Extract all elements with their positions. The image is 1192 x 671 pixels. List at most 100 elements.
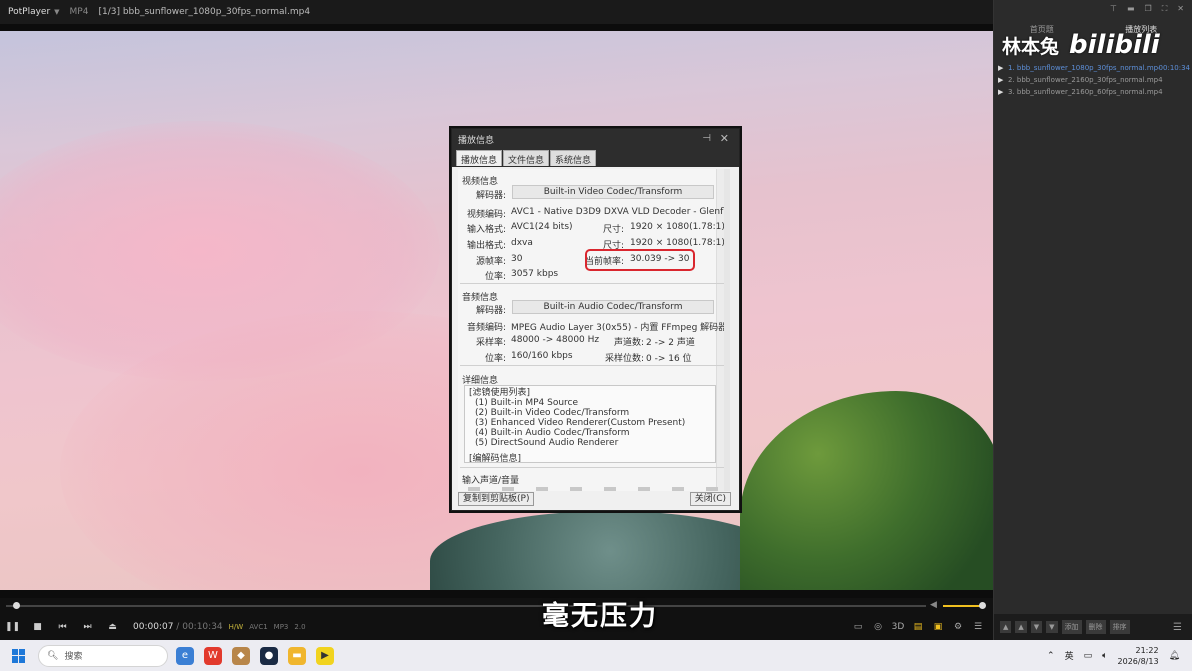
menu-icon[interactable]: ☰	[1170, 620, 1185, 635]
input-size-label: 尺寸:	[602, 225, 624, 235]
playlist-item[interactable]: ▶ 2. bbb_sunflower_2160p_30fps_normal.mp…	[998, 74, 1190, 86]
playlist-toggle-icon[interactable]: ▣	[931, 622, 945, 632]
browser-icon[interactable]: e	[176, 646, 194, 665]
minimize-icon[interactable]: ▬	[1127, 4, 1135, 20]
search-box[interactable]: 🔍︎ 搜索	[38, 644, 168, 667]
pause-icon[interactable]: ❚❚	[0, 622, 25, 632]
previous-icon[interactable]: ⏮	[50, 622, 75, 632]
add-button[interactable]: 添加	[1061, 620, 1082, 634]
close-icon[interactable]: ✕	[720, 132, 729, 145]
playlist-item[interactable]: ▶ 3. bbb_sunflower_2160p_60fps_normal.mp…	[998, 86, 1190, 98]
monitor-icon[interactable]: ▭	[851, 622, 865, 632]
video-codec-value: AVC1 - Native D3D9 DXVA VLD Decoder - Gl…	[511, 207, 730, 217]
sort-button[interactable]: 排序	[1109, 620, 1130, 634]
search-icon: 🔍︎	[47, 650, 59, 661]
source-fps-label: 源帧率:	[475, 257, 506, 267]
app-menu-button[interactable]: PotPlayer	[8, 7, 50, 17]
wps-icon[interactable]: W	[204, 646, 222, 665]
channel-volume-sliders[interactable]	[468, 487, 718, 491]
tab-playback-info[interactable]: 播放信息	[456, 150, 503, 166]
subtitle-icon[interactable]: ▤	[911, 622, 925, 632]
fps-highlight-box	[585, 249, 695, 271]
seek-track[interactable]	[6, 605, 926, 607]
3d-icon[interactable]: 3D	[891, 622, 905, 632]
fullscreen-icon[interactable]: ⛶	[1162, 4, 1168, 20]
folder-icon[interactable]: ▬	[288, 646, 306, 665]
volume-slider[interactable]	[943, 605, 983, 607]
ime-indicator[interactable]: 英	[1065, 649, 1074, 662]
vr-icon[interactable]: ◎	[871, 622, 885, 632]
playlist-item-name: 1. bbb_sunflower_1080p_30fps_normal.mp4	[1008, 64, 1159, 72]
divider	[460, 467, 724, 468]
tab-file-info[interactable]: 文件信息	[503, 150, 550, 166]
playlist-panel: ⊤ ▬ ❐ ⛶ ✕ 首页题 播放列表 林本兔 bilibili ▶ 1. bbb…	[993, 0, 1192, 640]
playlist-items: ▶ 1. bbb_sunflower_1080p_30fps_normal.mp…	[998, 62, 1190, 98]
windows-start-icon[interactable]	[12, 648, 26, 663]
video-codec-badge[interactable]: AVC1	[249, 623, 267, 631]
right-controls: ▭ ◎ 3D ▤ ▣ ⚙ ☰	[851, 622, 993, 632]
output-format-value: dxva	[511, 238, 533, 248]
output-size-value: 1920 × 1080(1.78:1)	[630, 238, 725, 248]
delete-button[interactable]: 删除	[1085, 620, 1106, 634]
watermark-author: 林本兔	[1002, 35, 1060, 58]
potplayer-icon[interactable]: ▶	[316, 646, 334, 665]
app-icon[interactable]: ◆	[232, 646, 250, 665]
pinned-apps: e W ◆ ● ▬ ▶	[176, 646, 334, 665]
restore-icon[interactable]: ❐	[1145, 4, 1152, 20]
gear-icon[interactable]: ⚙	[951, 622, 965, 632]
time-display: 00:00:07 / 00:10:34	[133, 622, 223, 632]
close-icon[interactable]: ✕	[1177, 4, 1184, 20]
input-size-value: 1920 × 1080(1.78:1)	[630, 222, 725, 232]
time-separator: /	[176, 622, 180, 632]
volume-handle[interactable]	[979, 602, 986, 609]
seek-handle[interactable]	[13, 602, 21, 609]
steam-icon[interactable]: ●	[260, 646, 278, 665]
bilibili-watermark: 林本兔 bilibili	[1002, 30, 1192, 60]
playlist-item[interactable]: ▶ 1. bbb_sunflower_1080p_30fps_normal.mp…	[998, 62, 1190, 74]
audio-decoder-button[interactable]: Built-in Audio Codec/Transform	[512, 300, 714, 314]
tab-system-info[interactable]: 系统信息	[550, 150, 597, 166]
channels-label: 声道数:	[613, 338, 644, 348]
notification-icon[interactable]: 🔔︎	[1169, 651, 1180, 661]
pin-icon[interactable]: ⊤	[1110, 4, 1117, 20]
chevron-down-icon[interactable]: ▼	[54, 8, 59, 16]
play-icon: ▶	[998, 64, 1004, 72]
stop-icon[interactable]: ■	[25, 622, 50, 632]
info-panel: 视频信息 解码器: Built-in Video Codec/Transform…	[458, 169, 730, 491]
move-bottom-icon[interactable]: ▼	[1046, 621, 1058, 633]
menu-icon[interactable]: ☰	[971, 622, 985, 632]
file-title: [1/3] bbb_sunflower_1080p_30fps_normal.m…	[98, 7, 311, 17]
detail-textbox[interactable]: [滤镜使用列表] (1) Built-in MP4 Source (2) Bui…	[464, 385, 716, 463]
move-down-icon[interactable]: ▼	[1030, 621, 1043, 633]
clock-date: 2026/8/13	[1117, 656, 1159, 666]
move-top-icon[interactable]: ▲	[1000, 621, 1012, 633]
move-up-icon[interactable]: ▲	[1015, 621, 1027, 633]
next-icon[interactable]: ⏭	[75, 622, 100, 632]
audio-channel-badge[interactable]: 2.0	[294, 623, 305, 631]
eject-icon[interactable]: ⏏	[100, 622, 125, 632]
close-button[interactable]: 关闭(C)	[689, 492, 731, 506]
taskbar: 🔍︎ 搜索 e W ◆ ● ▬ ▶ ⌃ 英 ▭ 🔈︎ 21:22 2026/8/…	[0, 640, 1192, 671]
volume-icon[interactable]: ◀	[930, 600, 937, 610]
speaker-icon[interactable]: 🔈︎	[1102, 651, 1107, 661]
audio-codec-badge[interactable]: MP3	[274, 623, 289, 631]
dialog-title-bar[interactable]: 播放信息 ⊣ ✕	[452, 129, 739, 150]
codec-info-heading: [编解码信息]	[469, 454, 522, 463]
clock[interactable]: 21:22 2026/8/13	[1118, 645, 1159, 667]
input-format-label: 输入格式:	[466, 225, 506, 235]
audio-section-title: 音频信息	[462, 293, 499, 303]
pin-icon[interactable]: ⊣	[702, 133, 711, 144]
chevron-up-icon[interactable]: ⌃	[1047, 651, 1055, 661]
network-icon[interactable]: ▭	[1084, 651, 1093, 661]
output-format-label: 输出格式:	[466, 241, 506, 251]
audio-bitrate-label: 位率:	[484, 354, 506, 364]
audio-codec-value: MPEG Audio Layer 3(0x55) - 内置 FFmpeg 解码器…	[511, 323, 728, 333]
current-time: 00:00:07	[133, 622, 174, 632]
video-bitrate-label: 位率:	[484, 272, 506, 282]
filter-item: (5) DirectSound Audio Renderer	[475, 438, 619, 448]
playlist-toolbar: ▲ ▲ ▼ ▼ 添加 删除 排序 ☰	[994, 614, 1192, 640]
dialog-title: 播放信息	[458, 136, 495, 146]
copy-to-clipboard-button[interactable]: 复制到剪贴板(P)	[458, 492, 535, 506]
hw-decode-badge[interactable]: H/W	[229, 623, 244, 631]
video-decoder-button[interactable]: Built-in Video Codec/Transform	[512, 185, 714, 199]
